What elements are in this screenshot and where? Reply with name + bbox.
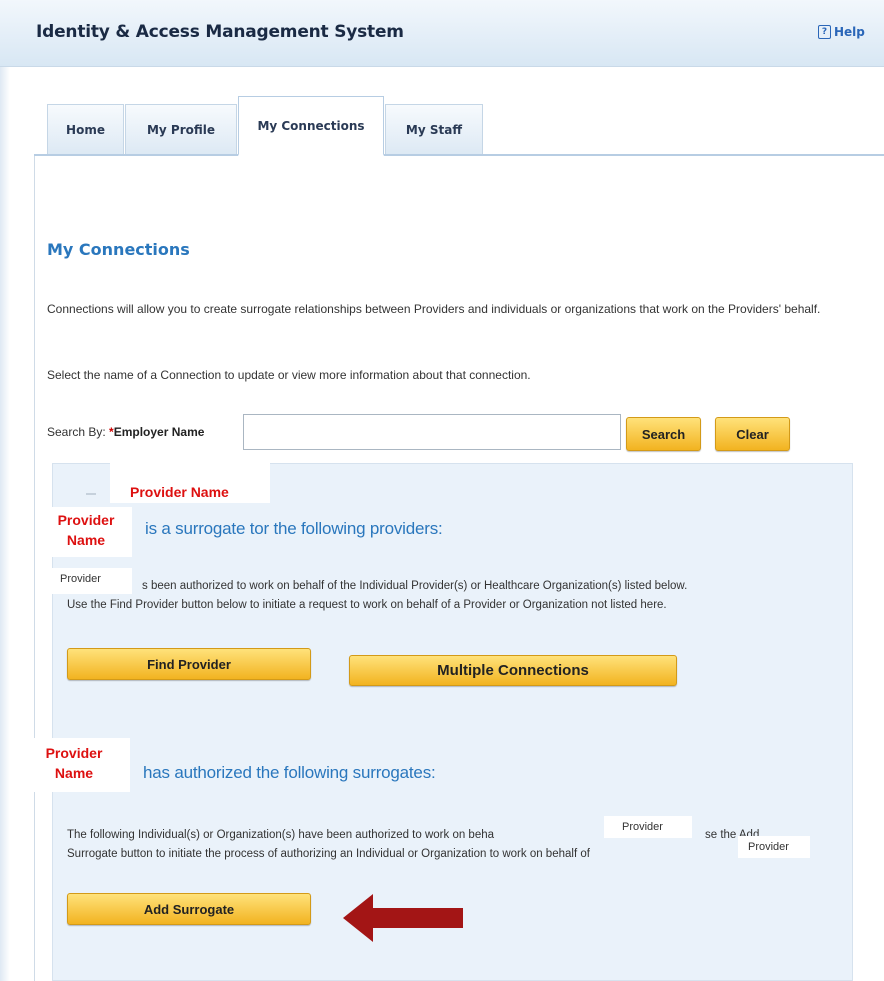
connections-instruction: Select the name of a Connection to updat… <box>47 368 531 382</box>
clear-button[interactable]: Clear <box>715 417 790 451</box>
employer-name-label: Employer Name <box>113 425 205 439</box>
tab-home[interactable]: Home <box>47 104 124 154</box>
help-link[interactable]: ? Help <box>818 25 865 39</box>
search-by-label: Search By: *Employer Name <box>47 425 204 439</box>
connections-description: Connections will allow you to create sur… <box>47 302 821 316</box>
help-label: Help <box>834 25 865 39</box>
provider-name-label-2: Provider Name <box>28 743 120 783</box>
search-button[interactable]: Search <box>626 417 701 451</box>
help-icon: ? <box>818 25 831 39</box>
authorized-text-line2: Surrogate button to initiate the process… <box>67 848 590 860</box>
find-provider-button[interactable]: Find Provider <box>67 648 311 680</box>
add-surrogate-button[interactable]: Add Surrogate <box>67 893 311 925</box>
arrow-left-icon <box>343 894 463 942</box>
provider-chip: Provider <box>60 573 101 585</box>
tab-my-connections[interactable]: My Connections <box>238 96 384 156</box>
authorized-text-part1: The following Individual(s) or Organizat… <box>67 829 495 841</box>
multiple-connections-button[interactable]: Multiple Connections <box>349 655 677 686</box>
provider-name-line2: Name <box>54 765 94 781</box>
provider-chip-2: Provider <box>622 821 663 833</box>
window-left-edge <box>0 0 10 981</box>
provider-name-header: Provider Name <box>130 484 229 500</box>
surrogate-heading: is a surrogate tor the following provide… <box>145 519 443 538</box>
provider-chip-3: Provider <box>748 841 789 853</box>
authorized-text-line1: The following Individual(s) or Organizat… <box>67 826 494 845</box>
provider-name-line1: Provider <box>57 512 115 528</box>
tab-my-staff[interactable]: My Staff <box>385 104 483 154</box>
provider-name-line1: Provider <box>45 745 103 761</box>
employer-name-input[interactable] <box>243 414 621 450</box>
provider-name-label: Provider Name <box>40 510 132 550</box>
search-by-text: Search By: <box>47 425 106 439</box>
expand-toggle[interactable] <box>86 493 96 501</box>
surrogate-text-line1: s been authorized to work on behalf of t… <box>142 580 688 592</box>
authorized-heading: has authorized the following surrogates: <box>143 763 436 782</box>
app-title: Identity & Access Management System <box>36 22 404 42</box>
surrogate-text-line2: Use the Find Provider button below to in… <box>67 599 667 611</box>
provider-name-line2: Name <box>66 532 106 548</box>
page-title: My Connections <box>47 240 190 259</box>
tab-my-profile[interactable]: My Profile <box>125 104 237 154</box>
